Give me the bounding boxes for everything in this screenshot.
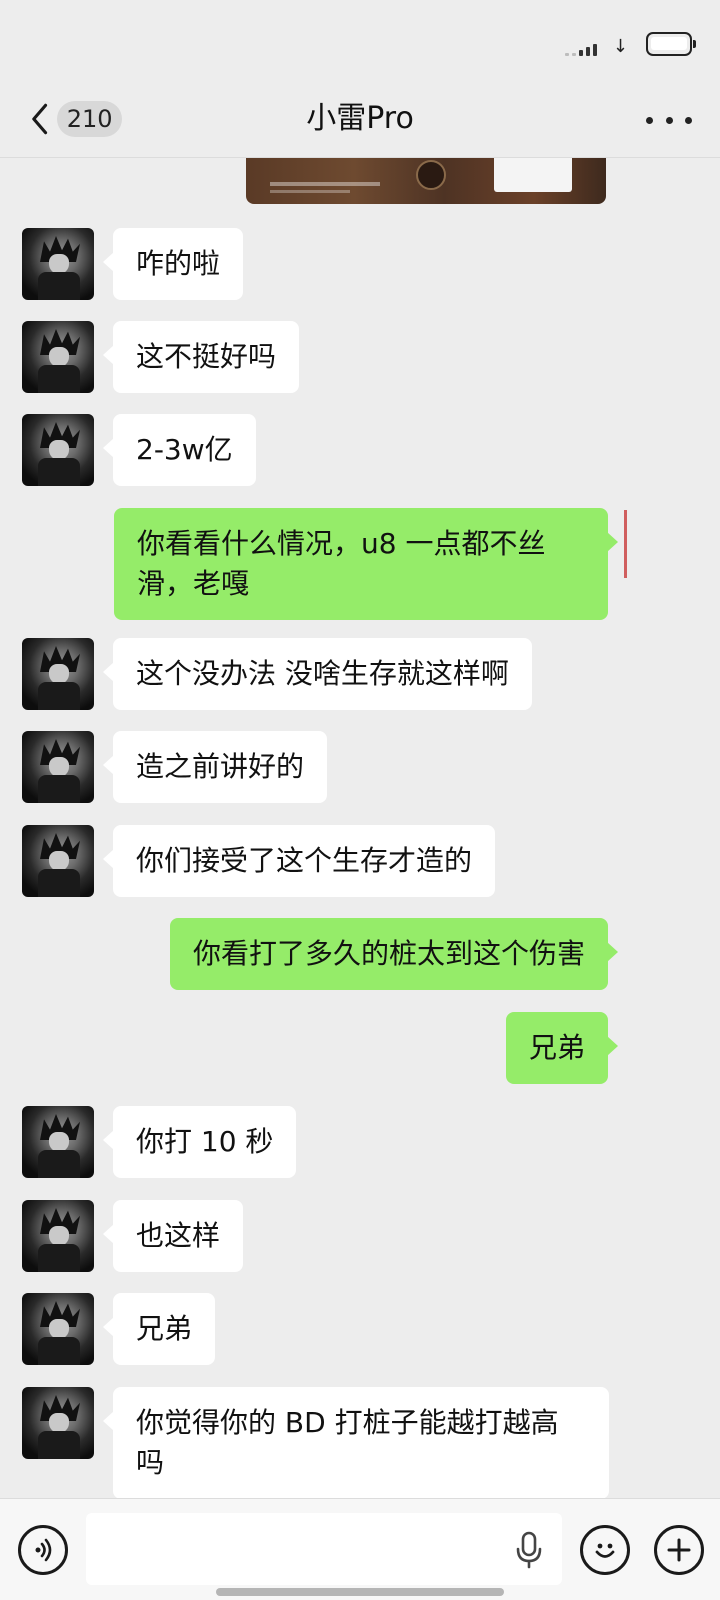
incoming-message-bubble[interactable]: 这个没办法 没啥生存就这样啊 <box>103 638 532 710</box>
incoming-message-bubble[interactable]: 造之前讲好的 <box>102 731 328 803</box>
more-functions-button[interactable] <box>654 1525 704 1575</box>
contact-avatar[interactable] <box>22 638 94 710</box>
incoming-message-bubble[interactable]: 咋的啦 <box>102 228 244 300</box>
incoming-message-bubble[interactable]: 你觉得你的 BD 打桩子能越打越高吗 <box>103 1387 609 1499</box>
contact-avatar[interactable] <box>22 414 94 486</box>
message-input-bar <box>0 1498 720 1600</box>
more-dot <box>665 116 673 124</box>
image-edge-fragment <box>624 510 627 578</box>
contact-avatar[interactable] <box>22 228 94 300</box>
outgoing-message-bubble[interactable]: 你看打了多久的桩太到这个伤害 <box>169 918 619 990</box>
contact-avatar[interactable] <box>22 1106 94 1178</box>
contact-avatar[interactable] <box>22 1200 94 1272</box>
battery-icon <box>646 32 696 56</box>
contact-avatar[interactable] <box>22 1387 94 1459</box>
emoji-icon <box>595 1543 615 1558</box>
contact-avatar[interactable] <box>22 825 94 897</box>
shared-screenshot-image[interactable] <box>246 150 606 204</box>
incoming-message-bubble[interactable]: 2-3w亿 <box>103 414 256 486</box>
more-dot <box>685 116 692 124</box>
image-detail <box>416 160 446 190</box>
message-text-input[interactable] <box>86 1513 562 1585</box>
outgoing-message-bubble[interactable]: 你看看什么情况，u8 一点都不丝滑，老嘎 <box>114 508 618 620</box>
contact-avatar[interactable] <box>22 731 94 803</box>
contact-avatar[interactable] <box>22 1293 94 1365</box>
incoming-message-bubble[interactable]: 你打 10 秒 <box>102 1106 297 1178</box>
signal-icon <box>564 38 597 56</box>
plus-icon <box>667 1538 691 1562</box>
incoming-message-bubble[interactable]: 你们接受了这个生存才造的 <box>102 825 496 897</box>
contact-avatar[interactable] <box>22 321 94 393</box>
incoming-message-bubble[interactable]: 兄弟 <box>102 1293 216 1365</box>
more-dots-icon <box>646 116 653 124</box>
image-detail <box>270 182 380 186</box>
image-detail <box>494 152 572 192</box>
voice-mode-button[interactable] <box>18 1525 68 1575</box>
status-icons: ↓ <box>564 30 696 57</box>
emoji-button[interactable] <box>580 1525 630 1575</box>
microphone-icon[interactable] <box>514 1531 544 1569</box>
download-arrow-icon: ↓ <box>612 36 628 57</box>
chat-header: 210 小雷Pro <box>0 80 720 158</box>
voice-mode-icon <box>35 1538 52 1562</box>
outgoing-message-bubble[interactable]: 兄弟 <box>505 1012 619 1084</box>
status-bar: ↓ <box>0 0 720 80</box>
image-detail <box>270 190 350 193</box>
chat-title: 小雷Pro <box>306 101 414 136</box>
home-indicator[interactable] <box>216 1588 504 1596</box>
incoming-message-bubble[interactable]: 这不挺好吗 <box>102 321 300 393</box>
more-options-button[interactable] <box>646 100 692 140</box>
incoming-message-bubble[interactable]: 也这样 <box>102 1200 244 1272</box>
